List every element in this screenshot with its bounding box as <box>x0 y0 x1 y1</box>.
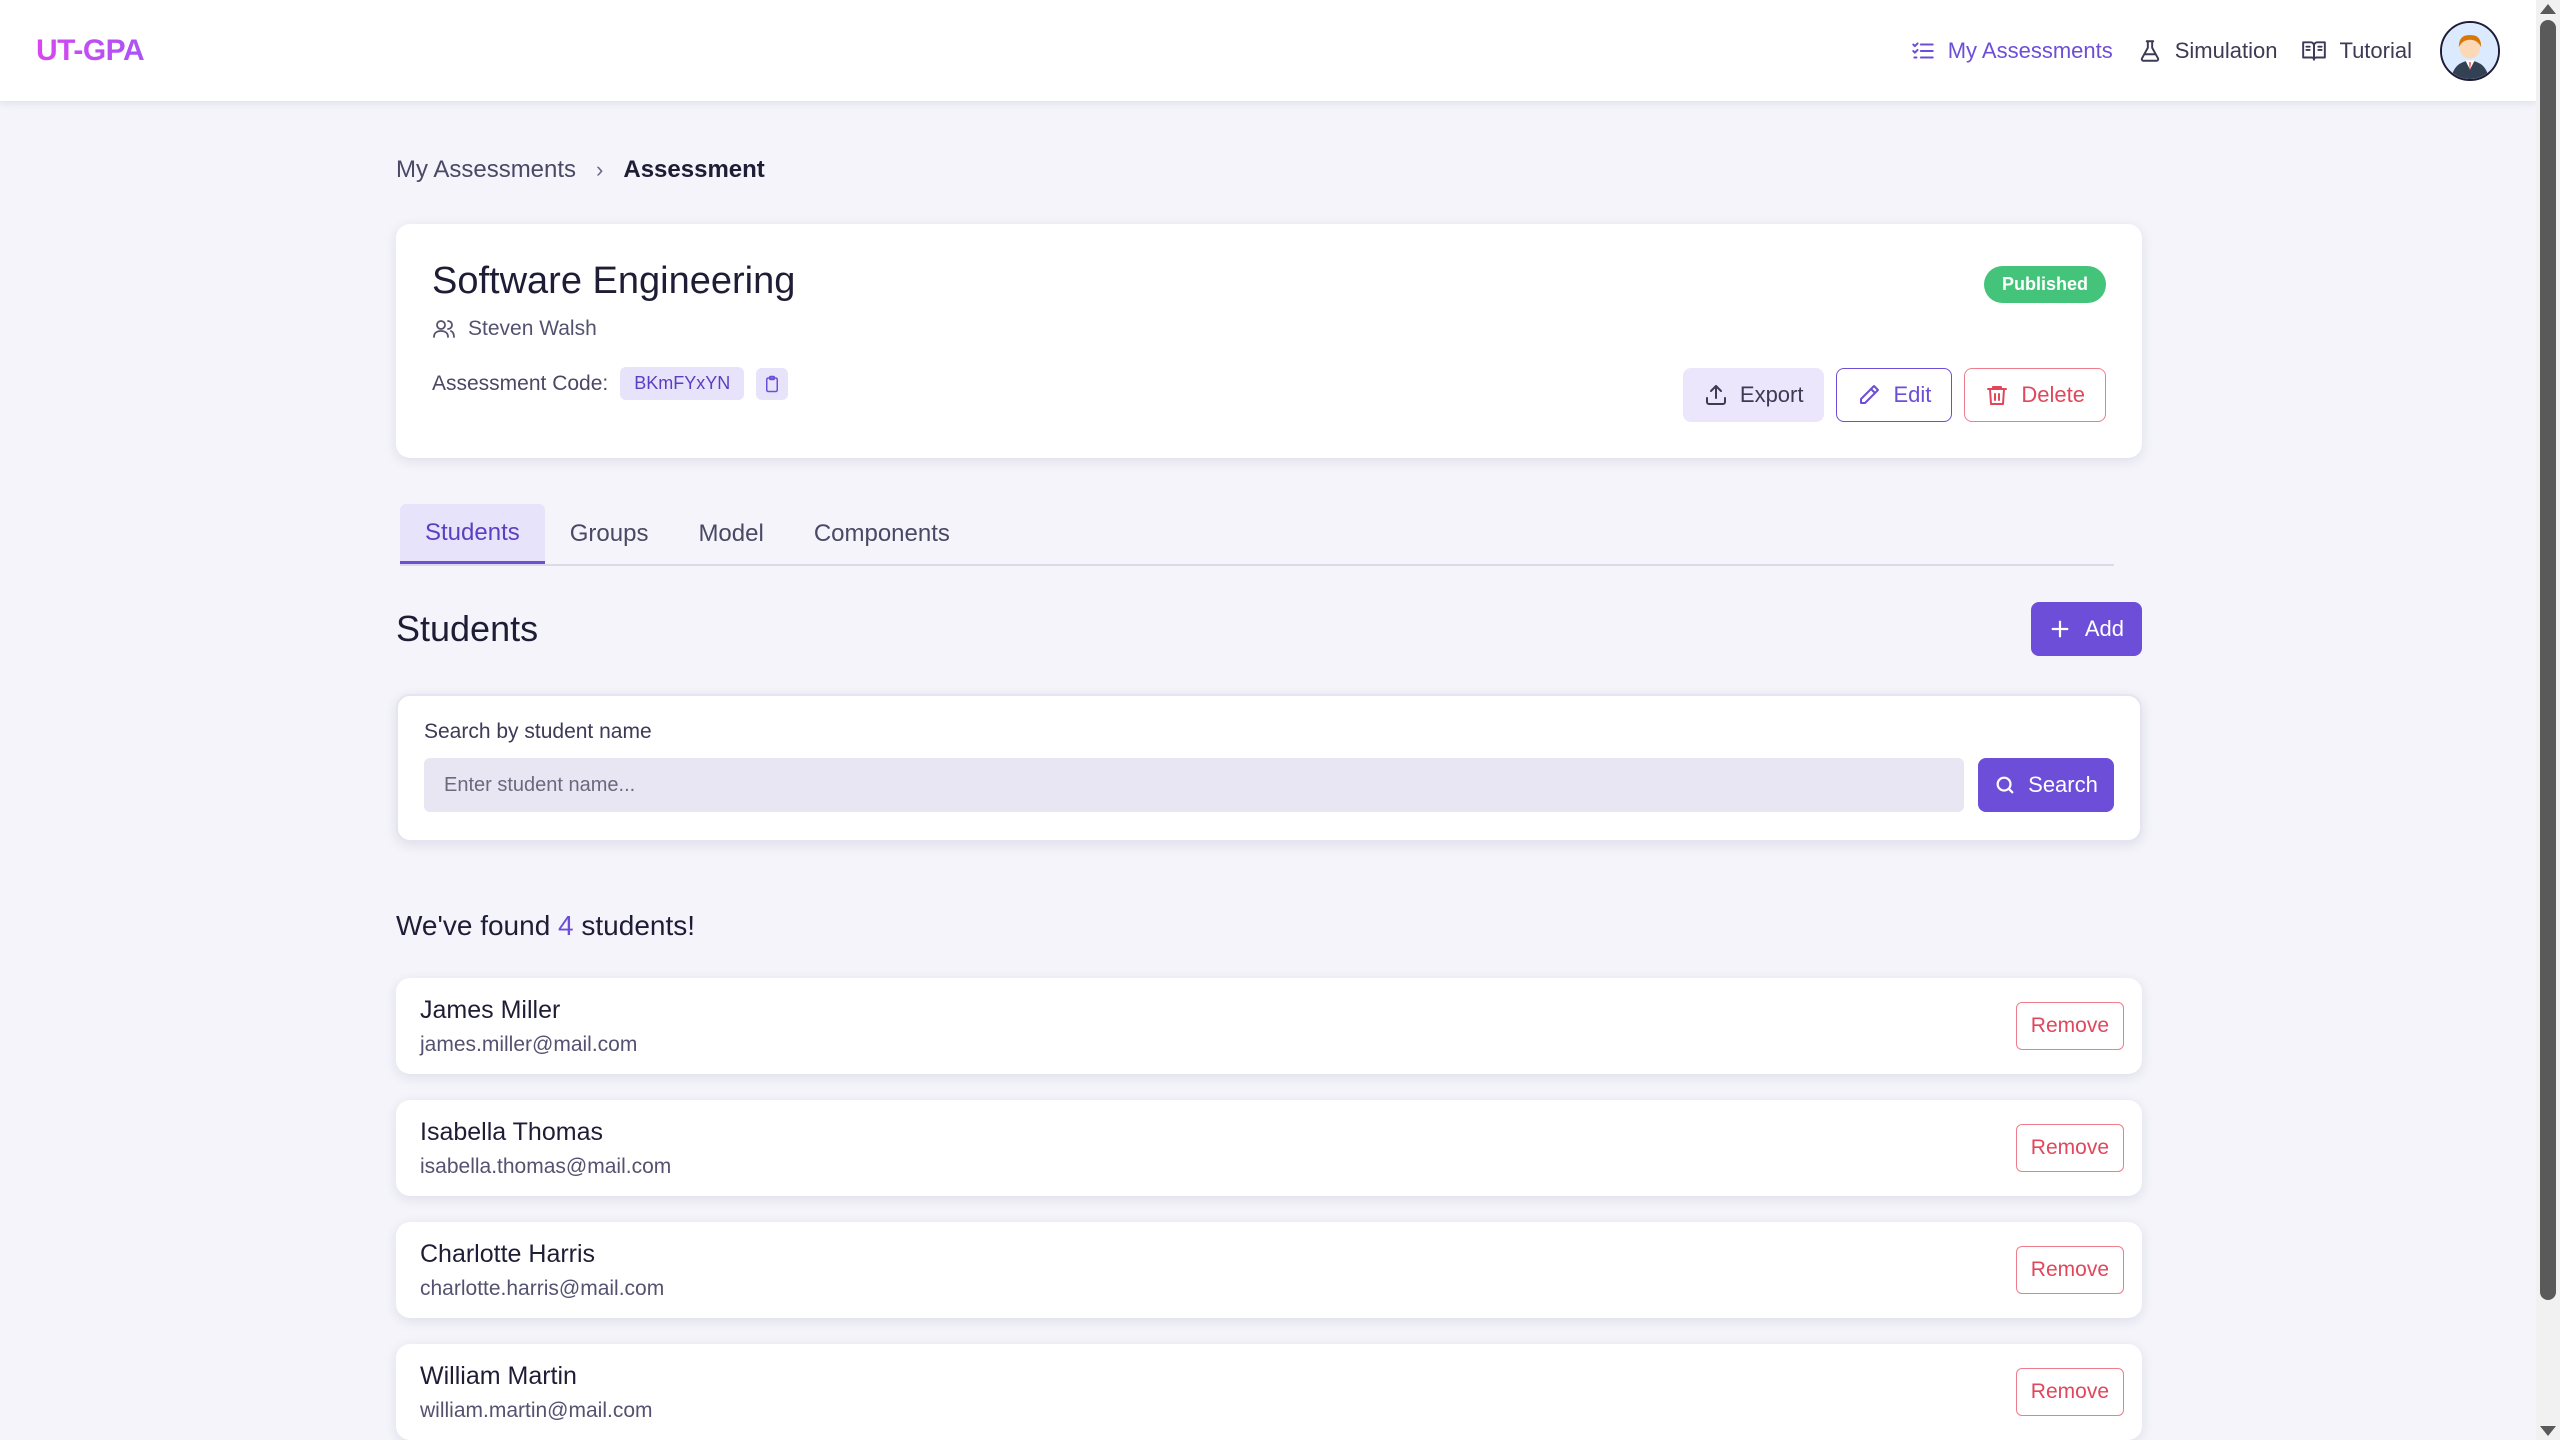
remove-student-button[interactable]: Remove <box>2015 1246 2124 1294</box>
assessment-title: Software Engineering <box>432 260 796 302</box>
nav-item-simulation[interactable]: Simulation <box>2137 37 2278 64</box>
scroll-up-arrow[interactable] <box>2540 4 2556 14</box>
breadcrumb-current: Assessment <box>623 156 765 183</box>
breadcrumb-my-assessments[interactable]: My Assessments <box>396 156 576 184</box>
search-card: Search by student name Search <box>396 694 2142 842</box>
found-count: 4 <box>558 910 574 941</box>
add-label: Add <box>2084 616 2124 641</box>
upload-icon <box>1705 385 1726 405</box>
tab-students[interactable]: Students <box>400 504 545 564</box>
page-scrollbar[interactable] <box>2536 0 2560 1440</box>
export-button[interactable]: Export <box>1682 368 1825 422</box>
breadcrumb: My Assessments › Assessment <box>396 140 2142 200</box>
owner-name: Steven Walsh <box>468 317 597 340</box>
trash-icon <box>1987 386 2008 405</box>
student-name: Charlotte Harris <box>420 1240 596 1268</box>
student-search-input[interactable] <box>424 758 1964 812</box>
assessment-card: Software Engineering Steven Walsh Assess… <box>396 224 2142 458</box>
main-nav: My Assessments Simulation Tutorial <box>1910 20 2500 81</box>
search-button-label: Search <box>2028 772 2098 797</box>
nav-item-my-assessments[interactable]: My Assessments <box>1910 38 2113 64</box>
plus-icon <box>2051 620 2069 638</box>
main-content: My Assessments › Assessment Software Eng… <box>396 140 2142 1440</box>
user-avatar-icon <box>2442 22 2498 79</box>
assessment-actions: Export Edit Delete <box>1682 368 2106 422</box>
remove-student-button[interactable]: Remove <box>2015 1368 2124 1416</box>
top-navbar: UT-GPA My Assessments Simulation Tutoria… <box>0 0 2536 101</box>
search-row: Search <box>424 758 2114 812</box>
edit-button[interactable]: Edit <box>1836 368 1953 422</box>
delete-label: Delete <box>2021 382 2085 407</box>
assessment-tabs: Students Groups Model Components <box>400 504 2114 566</box>
student-name: James Miller <box>420 996 561 1024</box>
nav-label: Tutorial <box>2339 37 2412 63</box>
delete-button[interactable]: Delete <box>1964 368 2106 422</box>
checklist-icon <box>1911 41 1934 58</box>
search-button[interactable]: Search <box>1978 758 2114 812</box>
chevron-right-icon: › <box>596 157 604 182</box>
nav-item-tutorial[interactable]: Tutorial <box>2301 38 2412 64</box>
student-row: Isabella Thomas isabella.thomas@mail.com… <box>396 1100 2142 1196</box>
remove-student-button[interactable]: Remove <box>2015 1124 2124 1172</box>
found-count-text: We've found 4 students! <box>396 910 2142 942</box>
remove-student-button[interactable]: Remove <box>2015 1002 2124 1050</box>
tab-components[interactable]: Components <box>789 504 975 564</box>
clipboard-icon <box>766 375 779 392</box>
student-email: james.miller@mail.com <box>420 1033 638 1056</box>
assessment-code: BKmFYxYN <box>620 367 745 400</box>
scroll-down-arrow[interactable] <box>2540 1426 2556 1436</box>
tab-groups[interactable]: Groups <box>545 504 674 564</box>
student-row: Charlotte Harris charlotte.harris@mail.c… <box>396 1222 2142 1318</box>
copy-code-button[interactable] <box>756 367 789 400</box>
book-icon <box>2302 40 2327 61</box>
search-label: Search by student name <box>424 720 652 743</box>
scroll-thumb[interactable] <box>2540 20 2556 1300</box>
student-name: Isabella Thomas <box>420 1118 603 1146</box>
student-name: William Martin <box>420 1362 577 1390</box>
search-icon <box>1996 776 2014 794</box>
flask-icon <box>2140 39 2159 62</box>
tab-model[interactable]: Model <box>673 504 788 564</box>
export-label: Export <box>1739 382 1804 407</box>
app-logo[interactable]: UT-GPA <box>36 34 145 68</box>
student-row: James Miller james.miller@mail.com Remov… <box>396 978 2142 1074</box>
nav-label: Simulation <box>2174 37 2278 63</box>
pencil-icon <box>1860 385 1880 404</box>
student-email: charlotte.harris@mail.com <box>420 1277 665 1300</box>
edit-label: Edit <box>1893 382 1932 407</box>
users-icon <box>433 320 455 338</box>
found-prefix: We've found <box>396 910 551 941</box>
student-list: James Miller james.miller@mail.com Remov… <box>396 978 2142 1440</box>
section-title: Students <box>396 608 539 649</box>
student-row: William Martin william.martin@mail.com R… <box>396 1344 2142 1440</box>
add-student-button[interactable]: Add <box>2030 602 2142 656</box>
nav-label: My Assessments <box>1947 37 2113 63</box>
status-badge: Published <box>1983 266 2106 303</box>
student-email: isabella.thomas@mail.com <box>420 1155 672 1178</box>
user-avatar[interactable] <box>2440 20 2500 81</box>
students-header: Students Add <box>396 602 2142 656</box>
owner-row: Steven Walsh <box>432 317 2106 341</box>
student-email: william.martin@mail.com <box>420 1399 653 1422</box>
assessment-code-label: Assessment Code: <box>432 371 609 395</box>
found-suffix: students! <box>581 910 696 941</box>
